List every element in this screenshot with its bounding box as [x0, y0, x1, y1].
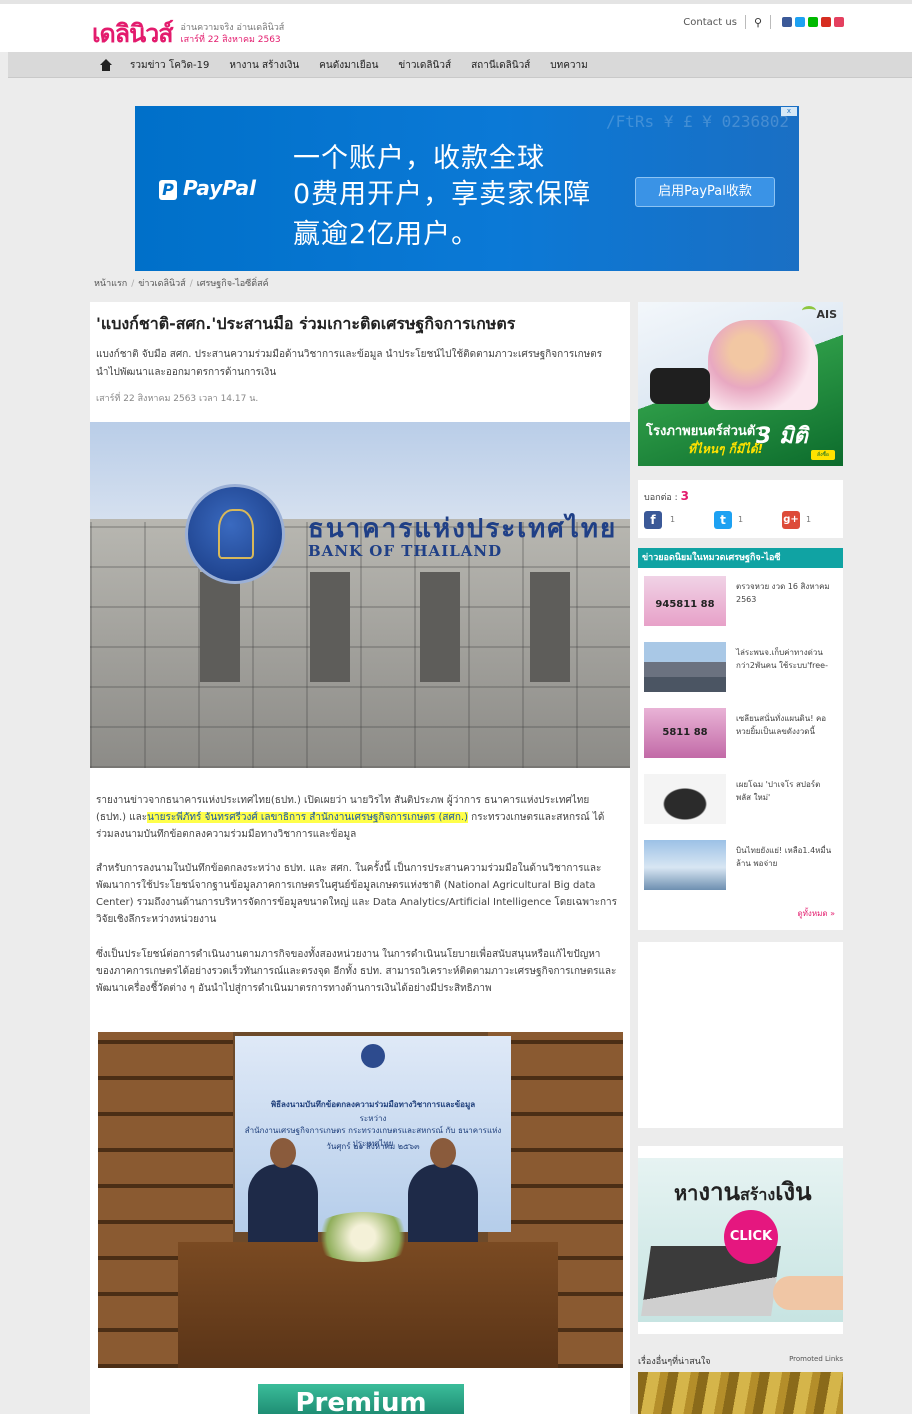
site-logo[interactable]: เดลินิวส์ อ่านความจริง อ่านเดลินิวส์ เสา…	[92, 14, 284, 54]
article-title: 'แบงก์ชาติ-สศก.'ประสานมือ ร่วมเกาะติดเศร…	[96, 314, 516, 333]
divider	[744, 15, 746, 29]
ad-placeholder	[638, 942, 843, 1128]
click-button[interactable]: CLICK	[724, 1210, 778, 1264]
paypal-logo: P PayPal	[159, 176, 256, 200]
premium-banner[interactable]: Premium	[258, 1384, 464, 1414]
emblem-icon	[361, 1044, 385, 1068]
nav-item-covid[interactable]: รวมข่าว โควิด-19	[130, 58, 209, 73]
vr-headset-icon	[650, 368, 710, 404]
list-item[interactable]: เผยโฉม 'ปาเจโร สปอร์ต พลัส ใหม่'	[644, 774, 839, 828]
site-header: เดลินิวส์ อ่านความจริง อ่านเดลินิวส์ เสา…	[0, 0, 912, 52]
logo-wordmark: เดลินิวส์	[92, 19, 173, 48]
list-item[interactable]: 945811 88 ตรวจหวย งวด 16 สิงหาคม 2563	[644, 576, 839, 630]
popular-heading: ข่าวยอดนิยมในหมวดเศรษฐกิจ-ไอซี	[638, 548, 843, 568]
list-item[interactable]: 5811 88 เซลียนสนั่นทั่งแผนดิน! คอหวยยิ้ม…	[644, 708, 839, 762]
logo-tagline: อ่านความจริง อ่านเดลินิวส์	[180, 23, 285, 33]
paypal-p-icon: P	[159, 179, 177, 200]
nav-item-station[interactable]: สถานีเดลินิวส์	[471, 58, 530, 73]
popular-news: ข่าวยอดนิยมในหมวดเศรษฐกิจ-ไอซี 945811 88…	[638, 548, 843, 930]
article: 'แบงก์ชาติ-สศก.'ประสานมือ ร่วมเกาะติดเศร…	[90, 302, 630, 1414]
nav-item-jobs[interactable]: หางาน สร้างเงิน	[229, 58, 299, 73]
breadcrumb-home[interactable]: หน้าแรก	[94, 279, 127, 289]
header-actions: Contact us ⚲	[683, 15, 844, 29]
news-thumbnail	[644, 774, 726, 824]
jobs-ad-title: หางานสร้างเงิน	[674, 1178, 812, 1206]
news-thumbnail: 945811 88	[644, 576, 726, 626]
breadcrumb: หน้าแรก / ข่าวเดลินิวส์ / เศรษฐกิจ-ไอซีติ่สค…	[94, 279, 269, 289]
person	[408, 1138, 478, 1254]
search-icon[interactable]: ⚲	[754, 16, 762, 29]
signing-ceremony-photo: พิธีลงนามบันทึกข้อตกลงความร่วมมือทางวิชา…	[98, 1032, 623, 1368]
bot-emblem-icon	[185, 484, 285, 584]
facebook-share-icon[interactable]: f	[644, 511, 662, 529]
list-item[interactable]: บินไทยยังแย่! เหลือ1.4หมื่นล้าน พอจ่าย	[644, 840, 839, 894]
twitter-share-icon[interactable]: t	[714, 511, 732, 529]
news-thumbnail	[644, 642, 726, 692]
breadcrumb-section[interactable]: เศรษฐกิจ-ไอซีติ่สค์	[197, 279, 269, 289]
news-thumbnail	[644, 840, 726, 890]
ad-decoration: /FtRs ¥ £ ¥ 0236802	[605, 112, 789, 131]
bank-of-thailand-photo: ธนาคารแห่งประเทศไทย BANK OF THAILAND	[90, 422, 630, 768]
promoted-links-label[interactable]: Promoted Links	[789, 1355, 843, 1363]
nav-item-news[interactable]: ข่าวเดลินิวส์	[398, 58, 451, 73]
instagram-icon[interactable]	[834, 17, 844, 27]
highlighted-link[interactable]: นายระพีภัทร์ จันทรศรีวงศ์ เลขาธิการ สำนั…	[147, 812, 468, 823]
twitter-icon[interactable]	[795, 17, 805, 27]
facebook-icon[interactable]	[782, 17, 792, 27]
article-paragraph-2: สำหรับการลงนามในบันทึกข้อตกลงระหว่าง ธปท…	[96, 863, 617, 925]
main-nav: รวมข่าว โควิด-19 หางาน สร้างเงิน คนดังมา…	[8, 52, 912, 78]
paypal-ad-banner[interactable]: x /FtRs ¥ £ ¥ 0236802 P PayPal 一个账户，收款全球 …	[135, 106, 799, 271]
home-icon[interactable]	[100, 59, 112, 71]
see-all-link[interactable]: ดูทั้งหมด »	[797, 907, 835, 920]
ais-ad[interactable]: AIS โรงภาพยนตร์ส่วนตัว 3 มิติ ที่ไหนๆ ก็…	[638, 302, 843, 466]
news-thumbnail: 5811 88	[644, 708, 726, 758]
contact-link[interactable]: Contact us	[683, 17, 737, 28]
header-date: เสาร์ที่ 22 สิงหาคม 2563	[180, 35, 281, 45]
line-icon[interactable]	[808, 17, 818, 27]
ad-order-button[interactable]: สั่งซื้อ	[811, 450, 835, 460]
article-paragraph-3: ซึ่งเป็นประโยชน์ต่อการดำเนินงานตามภารกิจ…	[96, 949, 617, 994]
share-total: 3	[680, 489, 689, 503]
article-paragraph-1: รายงานข่าวจากธนาคารแห่งประเทศไทย(ธปท.) เ…	[96, 795, 605, 840]
divider	[770, 15, 771, 29]
photo-sign-english: BANK OF THAILAND	[308, 542, 503, 560]
share-box: บอกต่อ : 3 f 1 t 1 g+ 1	[638, 480, 843, 538]
article-lead: แบงก์ชาติ จับมือ สศก. ประสานความร่วมมือด…	[96, 349, 603, 378]
list-item[interactable]: ไล่ระพนจ.เก็บค่าทางด่วน กว่า2พันคน ใช้ระ…	[644, 642, 839, 696]
promoted-thumbnail[interactable]	[638, 1372, 843, 1414]
ad-headline-1: 一个账户，收款全球	[293, 143, 545, 174]
more-stories-heading: เรื่องอื่นๆที่น่าสนใจ Promoted Links	[638, 1355, 843, 1367]
googleplus-share-icon[interactable]: g+	[782, 511, 800, 529]
article-published: เสาร์ที่ 22 สิงหาคม 2563 เวลา 14.17 น.	[96, 394, 259, 404]
ad-cta-button[interactable]: 启用PayPal收款	[635, 177, 775, 207]
breadcrumb-news[interactable]: ข่าวเดลินิวส์	[138, 279, 185, 289]
nav-item-celebrity[interactable]: คนดังมาเยือน	[319, 58, 378, 73]
nav-item-articles[interactable]: บทความ	[550, 58, 587, 73]
person	[248, 1138, 318, 1254]
ad-headline-2: 0费用开户，享卖家保障	[293, 179, 592, 210]
ais-logo: AIS	[802, 306, 837, 321]
flower-arrangement	[308, 1212, 418, 1262]
ad-headline-3: 赢逾2亿用户。	[293, 219, 480, 250]
jobs-ad[interactable]: หางานสร้างเงิน CLICK	[638, 1146, 843, 1334]
youtube-icon[interactable]	[821, 17, 831, 27]
